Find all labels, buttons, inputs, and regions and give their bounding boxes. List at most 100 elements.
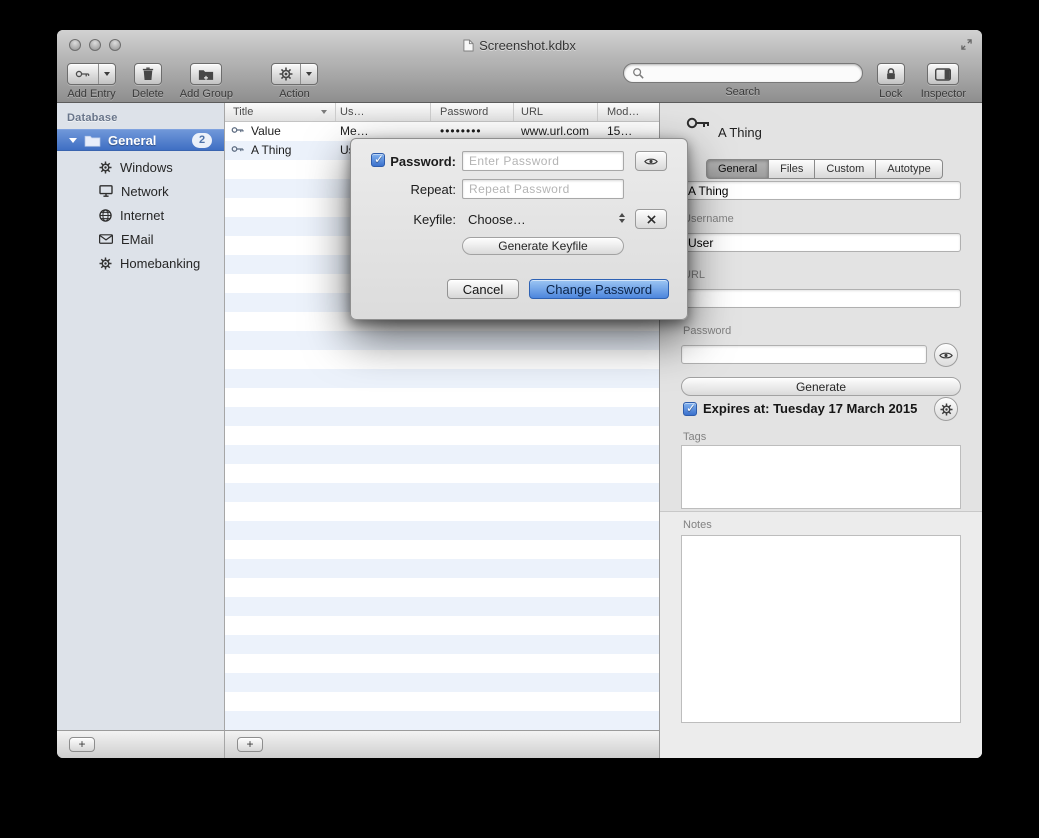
close-x-icon: [647, 215, 656, 224]
title-field[interactable]: [681, 181, 961, 200]
sidebar-item-homebanking[interactable]: Homebanking: [57, 251, 224, 275]
lock-label: Lock: [879, 88, 902, 100]
action-label: Action: [279, 88, 310, 100]
tags-label: Tags: [683, 431, 706, 443]
group-count-badge: 2: [192, 133, 212, 148]
sidebar-item-label: EMail: [121, 232, 154, 247]
column-header-username[interactable]: Us…: [340, 106, 364, 118]
column-header-title[interactable]: Title: [233, 106, 253, 118]
add-entry-plus-button[interactable]: +: [237, 737, 263, 752]
chevron-down-icon[interactable]: [300, 64, 317, 84]
inspector-tabs: General Files Custom Autotype: [706, 159, 943, 179]
key-icon: [68, 64, 98, 84]
search-tool: Search: [623, 63, 863, 98]
search-label: Search: [725, 86, 760, 98]
username-label: Username: [683, 213, 734, 225]
search-icon: [632, 67, 644, 79]
eye-icon: [644, 157, 658, 166]
sidebar-item-network[interactable]: Network: [57, 179, 224, 203]
chevron-down-icon[interactable]: [98, 64, 115, 84]
gear-icon: [99, 257, 112, 270]
cell-password: ••••••••: [440, 124, 482, 138]
sheet-password-label: Password:: [351, 154, 456, 169]
tab-files[interactable]: Files: [769, 159, 815, 179]
expires-row: Expires at: Tuesday 17 March 2015: [683, 401, 917, 416]
tab-general[interactable]: General: [706, 159, 769, 179]
add-entry-button[interactable]: Add Entry: [67, 63, 116, 100]
inspector-toggle-button[interactable]: Inspector: [921, 63, 966, 100]
sidebar-item-label: Windows: [120, 160, 173, 175]
clear-keyfile-button[interactable]: [635, 209, 667, 229]
change-password-sheet: Password: Repeat: Keyfile: Choose… Gener…: [350, 138, 688, 320]
sidebar-item-label: Network: [121, 184, 169, 199]
cell-modified: 15…: [607, 124, 632, 138]
column-header-modified[interactable]: Mod…: [607, 106, 639, 118]
action-button[interactable]: Action: [271, 63, 318, 100]
inspector-panel: A Thing General Files Custom Autotype Us…: [660, 103, 982, 758]
add-group-label: Add Group: [180, 88, 233, 100]
sidebar-item-email[interactable]: EMail: [57, 227, 224, 251]
tab-autotype[interactable]: Autotype: [876, 159, 942, 179]
sidebar-item-label: Homebanking: [120, 256, 200, 271]
cell-title: A Thing: [251, 143, 291, 157]
lock-button[interactable]: Lock: [877, 63, 905, 100]
change-password-button[interactable]: Change Password: [529, 279, 669, 299]
reveal-password-button[interactable]: [934, 343, 958, 367]
app-window: Screenshot.kdbx Add Entry Delete: [57, 30, 982, 758]
toolbar: Add Entry Delete Add Group Action: [57, 60, 982, 103]
search-field[interactable]: [623, 63, 863, 83]
add-group-plus-button[interactable]: +: [69, 737, 95, 752]
globe-icon: [99, 209, 112, 222]
expires-settings-button[interactable]: [934, 397, 958, 421]
search-input[interactable]: [649, 65, 854, 81]
sort-indicator-icon: [321, 110, 327, 114]
expires-label: Expires at: Tuesday 17 March 2015: [703, 401, 917, 416]
sidebar-item-label: Internet: [120, 208, 164, 223]
username-field[interactable]: [681, 233, 961, 252]
window-title: Screenshot.kdbx: [479, 38, 576, 53]
disclosure-triangle-icon[interactable]: [69, 138, 77, 143]
gear-icon: [272, 64, 300, 84]
delete-button[interactable]: Delete: [132, 63, 164, 100]
trash-icon: [135, 64, 161, 84]
add-entry-label: Add Entry: [67, 88, 115, 100]
entry-key-icon: [686, 115, 712, 131]
titlebar: Screenshot.kdbx: [57, 30, 982, 60]
column-header-url[interactable]: URL: [521, 106, 543, 118]
notes-field[interactable]: [681, 535, 961, 723]
envelope-icon: [99, 234, 113, 244]
sidebar: Database General 2 Windows: [57, 103, 225, 730]
password-label: Password: [683, 325, 731, 337]
sidebar-item-internet[interactable]: Internet: [57, 203, 224, 227]
sidebar-item-windows[interactable]: Windows: [57, 155, 224, 179]
sheet-keyfile-label: Keyfile:: [351, 212, 456, 227]
generate-password-button[interactable]: Generate: [681, 377, 961, 396]
sidebar-bottom-bar: +: [57, 730, 225, 758]
inspector-label: Inspector: [921, 88, 966, 100]
cell-title: Value: [251, 124, 281, 138]
url-field[interactable]: [681, 289, 961, 308]
lock-icon: [878, 64, 904, 84]
expires-checkbox[interactable]: [683, 402, 697, 416]
password-field[interactable]: [681, 345, 927, 364]
sidebar-group-general[interactable]: General 2: [57, 129, 224, 151]
generate-keyfile-button[interactable]: Generate Keyfile: [462, 237, 624, 255]
cancel-button[interactable]: Cancel: [447, 279, 519, 299]
display-icon: [99, 185, 113, 197]
popup-arrows-icon[interactable]: [619, 213, 625, 223]
column-header-password[interactable]: Password: [440, 106, 488, 118]
sheet-repeat-label: Repeat:: [351, 182, 456, 197]
entry-list-bottom-bar: +: [225, 730, 660, 758]
folder-icon: [84, 134, 101, 147]
tags-field[interactable]: [681, 445, 961, 509]
add-group-button[interactable]: Add Group: [180, 63, 233, 100]
fullscreen-icon[interactable]: [961, 39, 972, 50]
keyfile-popup-button[interactable]: Choose…: [468, 212, 526, 227]
key-icon: [231, 125, 245, 135]
sidebar-section-header: Database: [67, 112, 224, 124]
tab-custom[interactable]: Custom: [815, 159, 876, 179]
sheet-reveal-password-button[interactable]: [635, 151, 667, 171]
gear-icon: [99, 161, 112, 174]
sheet-repeat-input[interactable]: [462, 179, 624, 199]
sheet-password-input[interactable]: [462, 151, 624, 171]
